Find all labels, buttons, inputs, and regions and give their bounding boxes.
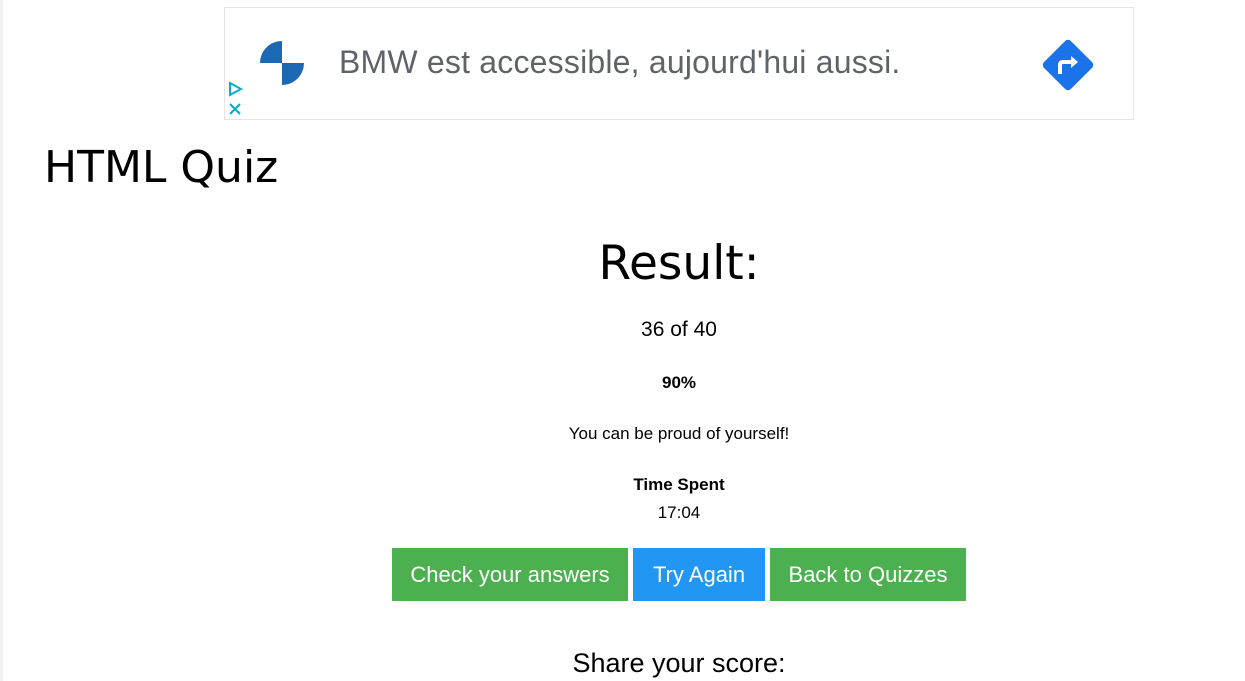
try-again-button[interactable]: Try Again <box>633 548 765 601</box>
time-spent-value: 17:04 <box>657 503 701 522</box>
score-text: 36 of 40 <box>641 318 717 341</box>
result-message: You can be proud of yourself! <box>568 424 790 443</box>
ad-banner[interactable]: BMW est accessible, aujourd'hui aussi. <box>224 7 1134 120</box>
ad-choices-icon[interactable] <box>227 81 243 97</box>
back-to-quizzes-button[interactable]: Back to Quizzes <box>770 548 966 601</box>
result-heading: Result: <box>598 236 760 291</box>
action-buttons: Check your answers Try Again Back to Qui… <box>392 548 966 601</box>
check-answers-button[interactable]: Check your answers <box>392 548 628 601</box>
share-score-heading: Share your score: <box>572 648 786 678</box>
time-spent-label: Time Spent <box>633 475 725 494</box>
ad-text[interactable]: BMW est accessible, aujourd'hui aussi. <box>339 44 901 81</box>
directions-arrow-icon[interactable] <box>1037 34 1099 96</box>
bmw-logo-icon <box>260 41 304 85</box>
close-icon[interactable] <box>227 101 243 117</box>
score-percent: 90% <box>661 373 697 392</box>
page-title: HTML Quiz <box>44 142 279 193</box>
